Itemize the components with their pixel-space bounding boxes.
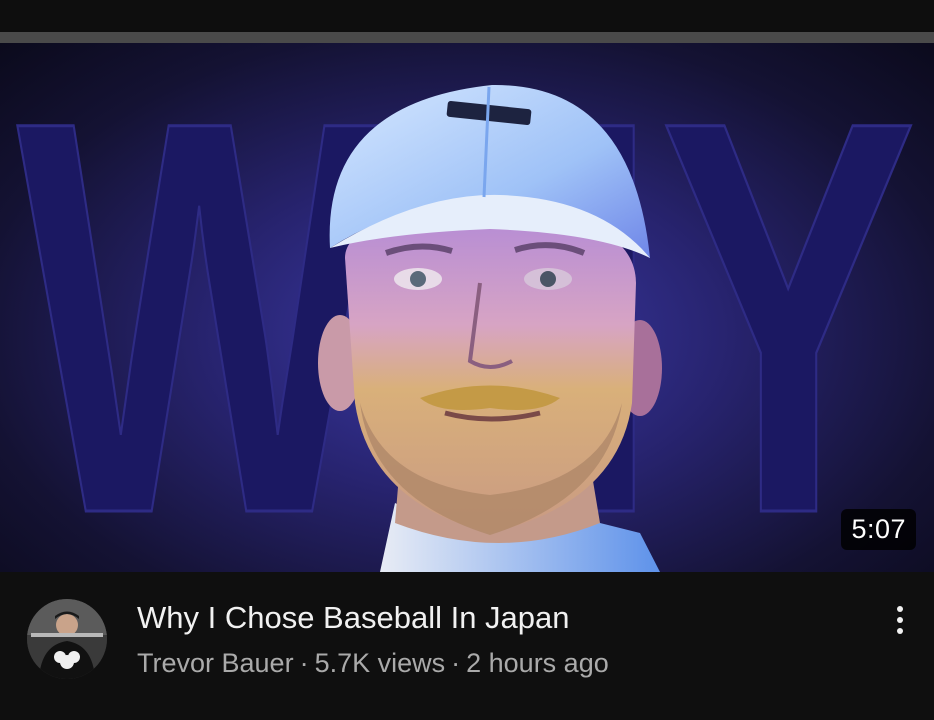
more-options-button[interactable] <box>884 602 916 638</box>
more-vertical-icon <box>897 606 903 634</box>
duration-badge: 5:07 <box>841 509 916 550</box>
view-count: 5.7K views <box>314 648 446 678</box>
progress-track <box>0 32 934 43</box>
video-metadata: Trevor Bauer · 5.7K views · 2 hours ago <box>137 648 609 679</box>
separator-dot: · <box>451 648 461 678</box>
avatar-image <box>27 599 107 679</box>
upload-age: 2 hours ago <box>466 648 609 678</box>
video-thumbnail[interactable]: WHY <box>0 43 934 572</box>
top-strip <box>0 0 934 32</box>
channel-avatar[interactable] <box>27 599 107 679</box>
video-meta-row: Why I Chose Baseball In Japan Trevor Bau… <box>0 572 934 720</box>
video-card-screen: WHY <box>0 0 934 720</box>
channel-name[interactable]: Trevor Bauer <box>137 648 294 678</box>
person-photo <box>318 84 662 572</box>
video-title[interactable]: Why I Chose Baseball In Japan <box>137 600 570 636</box>
separator-dot: · <box>299 648 309 678</box>
